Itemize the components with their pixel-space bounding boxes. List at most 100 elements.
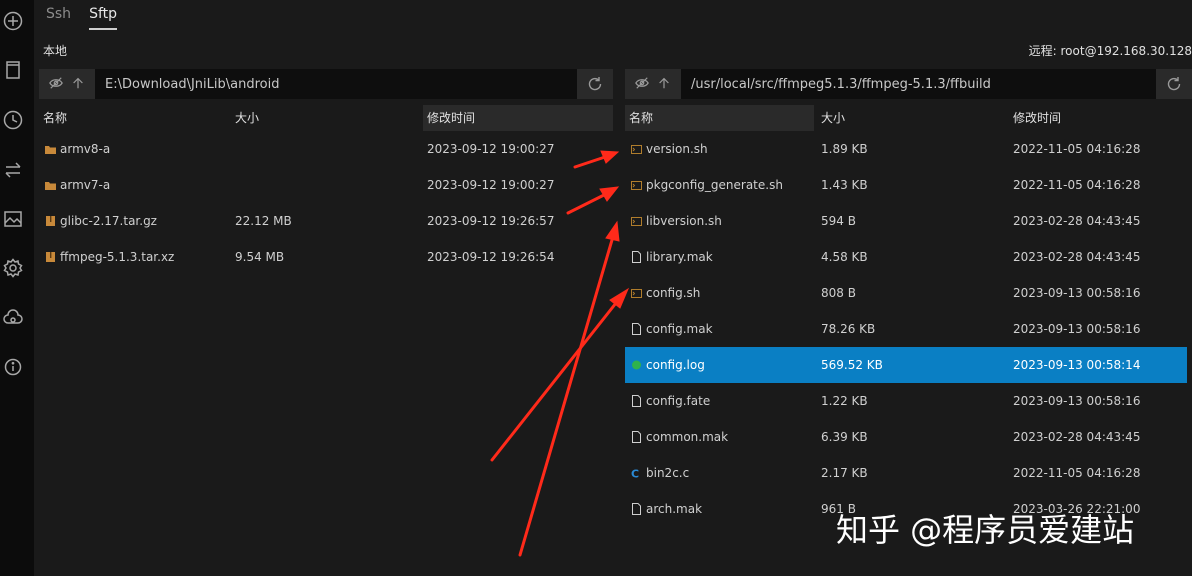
table-row[interactable]: library.mak 4.58 KB 2023-02-28 04:43:45 — [625, 239, 1187, 275]
log-icon — [631, 359, 642, 371]
file-mtime: 2022-11-05 04:16:28 — [1013, 142, 1141, 156]
file-size: 2.17 KB — [821, 466, 868, 480]
refresh-icon[interactable] — [577, 69, 613, 99]
file-name: glibc-2.17.tar.gz — [60, 214, 157, 228]
file-name: armv7-a — [60, 178, 111, 192]
file-name: pkgconfig_generate.sh — [646, 178, 783, 192]
file-name: ffmpeg-5.1.3.tar.xz — [60, 250, 175, 264]
table-row[interactable]: ffmpeg-5.1.3.tar.xz 9.54 MB 2023-09-12 19:… — [39, 239, 613, 275]
file-mtime: 2022-11-05 04:16:28 — [1013, 178, 1141, 192]
transfer-icon[interactable] — [2, 159, 24, 181]
remote-file-list: version.sh 1.89 KB 2022-11-05 04:16:28 pkgc… — [625, 131, 1187, 527]
file-name: config.fate — [646, 394, 711, 408]
svg-text:C: C — [631, 468, 639, 480]
file-size: 1.22 KB — [821, 394, 868, 408]
table-row[interactable]: config.fate 1.22 KB 2023-09-13 00:58:16 — [625, 383, 1187, 419]
remote-path-bar — [625, 69, 1192, 99]
file-mtime: 2023-09-13 00:58:16 — [1013, 286, 1141, 300]
c-file-icon: C — [631, 467, 642, 481]
file-mtime: 2023-02-28 04:43:45 — [1013, 250, 1141, 264]
file-mtime: 2023-09-13 00:58:16 — [1013, 394, 1141, 408]
cloud-sync-icon[interactable] — [2, 307, 24, 329]
file-size: 4.58 KB — [821, 250, 868, 264]
file-name: arch.mak — [646, 502, 703, 516]
script-icon — [631, 215, 642, 227]
file-mtime: 2023-02-28 04:43:45 — [1013, 430, 1141, 444]
file-name: library.mak — [646, 250, 713, 264]
remote-pane-label: 远程: root@192.168.30.128 — [1028, 44, 1192, 58]
file-mtime: 2022-11-05 04:16:28 — [1013, 466, 1141, 480]
file-name: version.sh — [646, 142, 708, 156]
table-row[interactable]: libversion.sh 594 B 2023-02-28 04:43:45 — [625, 203, 1187, 239]
file-icon — [631, 251, 642, 263]
table-row[interactable]: config.mak 78.26 KB 2023-09-13 00:58:16 — [625, 311, 1187, 347]
file-icon — [631, 323, 642, 335]
column-header-name[interactable]: 名称 — [625, 105, 814, 131]
file-size: 6.39 KB — [821, 430, 868, 444]
file-mtime: 2023-09-13 00:58:16 — [1013, 322, 1141, 336]
table-row[interactable]: glibc-2.17.tar.gz 22.12 MB 2023-09-12 19:2… — [39, 203, 613, 239]
bookmark-icon[interactable] — [2, 59, 24, 81]
remote-path-input[interactable] — [681, 69, 1156, 99]
tab-ssh[interactable]: Ssh — [46, 6, 71, 30]
table-header: 名称 大小 修改时间 — [625, 105, 1187, 131]
table-row[interactable]: armv7-a 2023-09-12 19:00:27 — [39, 167, 613, 203]
script-icon — [631, 143, 642, 155]
file-icon — [631, 431, 642, 443]
table-header: 名称 大小 修改时间 — [39, 105, 613, 131]
remote-path-controls — [625, 69, 681, 99]
hide-hidden-icon[interactable] — [49, 76, 63, 93]
local-path-bar — [39, 69, 613, 99]
file-icon — [631, 395, 642, 407]
refresh-icon[interactable] — [1156, 69, 1192, 99]
info-icon[interactable] — [2, 356, 24, 378]
annotation-arrow — [490, 287, 630, 462]
history-icon[interactable] — [2, 109, 24, 131]
column-header-name[interactable]: 名称 — [39, 105, 225, 131]
table-row[interactable]: armv8-a 2023-09-12 19:00:27 — [39, 131, 613, 167]
add-icon[interactable] — [2, 10, 24, 32]
local-pane-label: 本地 — [43, 44, 68, 58]
file-name: libversion.sh — [646, 214, 722, 228]
file-mtime: 2023-09-12 19:00:27 — [427, 178, 555, 192]
file-name: config.mak — [646, 322, 713, 336]
image-icon[interactable] — [2, 208, 24, 230]
settings-icon[interactable] — [2, 257, 24, 279]
tab-sftp[interactable]: Sftp — [89, 6, 118, 30]
archive-icon — [45, 215, 56, 227]
column-header-mtime[interactable]: 修改时间 — [423, 105, 613, 131]
column-header-size[interactable]: 大小 — [817, 105, 1003, 131]
local-path-input[interactable] — [95, 69, 577, 99]
table-row[interactable]: config.sh 808 B 2023-09-13 00:58:16 — [625, 275, 1187, 311]
file-name: common.mak — [646, 430, 729, 444]
script-icon — [631, 287, 642, 299]
file-size: 594 B — [821, 214, 856, 228]
local-file-table: 名称 大小 修改时间 armv8-a 2023-09-12 19:00:27 arm… — [39, 105, 613, 275]
column-header-mtime[interactable]: 修改时间 — [1009, 105, 1187, 131]
file-name: config.sh — [646, 286, 701, 300]
up-directory-icon[interactable] — [657, 76, 671, 93]
file-size: 569.52 KB — [821, 358, 883, 372]
column-header-size[interactable]: 大小 — [231, 105, 417, 131]
table-row[interactable]: version.sh 1.89 KB 2022-11-05 04:16:28 — [625, 131, 1187, 167]
remote-file-table: 名称 大小 修改时间 version.sh 1.89 KB 2022-11-05 0… — [625, 105, 1187, 527]
file-mtime: 2023-09-12 19:26:57 — [427, 214, 555, 228]
hide-hidden-icon[interactable] — [635, 76, 649, 93]
table-row[interactable]: pkgconfig_generate.sh 1.43 KB 2022-11-05 0… — [625, 167, 1187, 203]
file-mtime: 2023-09-13 00:58:14 — [1013, 358, 1141, 372]
folder-icon — [45, 143, 56, 155]
table-row[interactable]: config.log 569.52 KB 2023-09-13 00:58:14 — [625, 347, 1187, 383]
up-directory-icon[interactable] — [71, 76, 85, 93]
file-icon — [631, 503, 642, 515]
sidebar-rail — [0, 0, 34, 576]
file-size: 78.26 KB — [821, 322, 876, 336]
file-mtime: 2023-09-12 19:00:27 — [427, 142, 555, 156]
file-name: bin2c.c — [646, 466, 690, 480]
file-size: 9.54 MB — [235, 250, 285, 264]
file-size: 1.89 KB — [821, 142, 868, 156]
table-row[interactable]: Cbin2c.c 2.17 KB 2022-11-05 04:16:28 — [625, 455, 1187, 491]
local-path-controls — [39, 69, 95, 99]
table-row[interactable]: common.mak 6.39 KB 2023-02-28 04:43:45 — [625, 419, 1187, 455]
watermark: 知乎 @程序员爱建站 — [836, 511, 1135, 549]
file-name: config.log — [646, 358, 705, 372]
